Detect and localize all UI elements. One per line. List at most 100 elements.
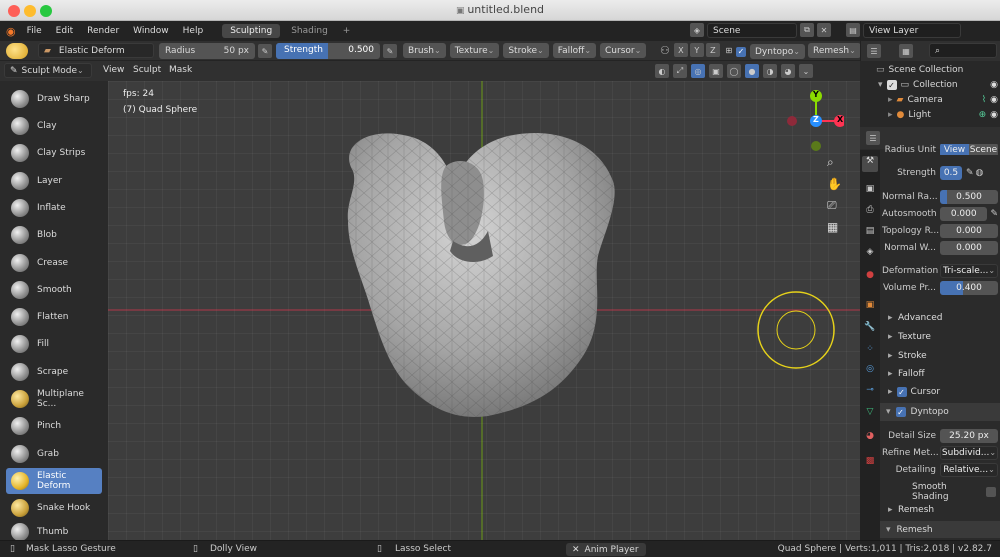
tool-grab[interactable]: Grab [6,441,102,467]
menu-window[interactable]: Window [126,26,176,36]
overlays-icon[interactable]: ◎ [691,64,705,78]
subpanel-stroke[interactable]: Stroke [888,351,927,361]
outliner-search-input[interactable]: ⌕ [929,43,997,58]
normal-radius-field[interactable]: 0.500 [940,189,998,204]
outliner-item-camera[interactable]: ▸ ▰ Camera ⌇ ◉ [888,95,998,105]
scene-copy-icon[interactable]: ⧉ [800,23,814,37]
eye-icon[interactable]: ◉ [990,110,998,120]
tool-inflate[interactable]: Inflate [6,195,102,221]
gizmo-icon[interactable]: ⤢ [673,64,687,78]
tab-shading[interactable]: Shading [283,24,336,38]
tool-elastic-deform[interactable]: Elastic Deform [6,468,102,494]
view-layer-tab-icon[interactable]: ▤ [862,226,878,242]
autosmooth-pressure-icon[interactable]: ✎ [990,209,998,219]
tool-clay[interactable]: Clay [6,113,102,139]
outliner-display-mode-icon[interactable]: ▦ [899,44,913,58]
detail-size-field[interactable]: 25.20 px [940,428,998,443]
outliner-item-collection[interactable]: ▾ ✓ ▭ Collection ◉ [878,80,998,90]
dyntopo-panel-header[interactable]: ▾ ✓ Dyntopo [880,403,1000,421]
particles-tab-icon[interactable]: ⁘ [862,344,878,360]
stroke-menu[interactable]: Stroke [503,43,549,58]
brush-preview-icon[interactable] [6,43,28,59]
tool-smooth[interactable]: Smooth [6,277,102,303]
subpanel-remesh[interactable]: Remesh [888,505,934,515]
brush-menu[interactable]: Brush [403,43,446,58]
object-tab-icon[interactable]: ▣ [862,300,878,316]
navigation-gizmo[interactable]: Y X Z [784,89,844,159]
normal-weight-field[interactable]: 0.000 [940,240,998,255]
pressure-icon[interactable]: ✎ [966,168,974,178]
brush-selector[interactable]: ▰ Elastic Deform [38,43,154,58]
menu-file[interactable]: File [20,26,49,36]
remesh-menu[interactable]: Remesh [808,43,861,58]
cancel-job-icon[interactable]: ✕ [572,545,580,555]
properties-editor-type-icon[interactable]: ☰ [866,131,880,145]
tool-thumb[interactable]: Thumb [6,523,102,541]
tool-flatten[interactable]: Flatten [6,304,102,330]
view-layer-icon[interactable]: ▤ [846,23,860,37]
smooth-shading-checkbox[interactable] [986,487,996,497]
eye-icon[interactable]: ◉ [990,95,998,105]
solid-shading-icon[interactable]: ● [745,64,759,78]
autosmooth-field[interactable]: 0.000 [940,206,988,221]
dyntopo-menu[interactable]: Dyntopo [750,44,805,59]
xray-icon[interactable]: ▣ [709,64,723,78]
expand-arrow-icon[interactable]: ▾ [878,80,883,90]
dyntopo-panel-checkbox[interactable]: ✓ [895,407,906,417]
tool-layer[interactable]: Layer [6,168,102,194]
perspective-grid-icon[interactable]: ▦ [827,220,842,234]
symmetry-z-toggle[interactable]: Z [705,43,720,57]
strength-slider[interactable]: Strength 0.500 [276,43,380,59]
view-layer-field[interactable]: View Layer [863,23,961,38]
tool-fill[interactable]: Fill [6,331,102,357]
radius-pressure-icon[interactable]: ✎ [258,44,272,58]
physics-tab-icon[interactable]: ◎ [862,364,878,380]
eye-icon[interactable]: ◉ [990,80,998,90]
radius-unit-scene[interactable]: Scene [969,144,998,155]
strength-field[interactable]: 0.5 [940,165,962,180]
strength-pressure-icon[interactable]: ✎ [383,44,397,58]
outliner-editor-type-icon[interactable]: ☰ [867,44,881,58]
render-tab-icon[interactable]: ▣ [862,184,878,200]
remesh-panel-header[interactable]: ▾ Remesh [880,521,1000,538]
constraints-tab-icon[interactable]: ⊸ [862,385,878,401]
data-tab-icon[interactable]: ▽ [862,407,878,423]
add-workspace-button[interactable]: + [339,26,355,36]
detailing-dropdown[interactable]: Relative... [940,462,998,477]
tool-scrape[interactable]: Scrape [6,359,102,385]
subpanel-texture[interactable]: Texture [888,332,931,342]
anim-player-job[interactable]: ✕ Anim Player [566,543,646,556]
outliner-item-light[interactable]: ▸ ● Light ⊕ ◉ [888,110,998,120]
scene-tab-icon[interactable]: ◈ [862,247,878,263]
zoom-icon[interactable]: ⌕ [827,155,842,170]
menu-help[interactable]: Help [176,26,211,36]
tool-draw-sharp[interactable]: Draw Sharp [6,86,102,112]
cursor-checkbox[interactable]: ✓ [896,387,907,397]
blender-logo-icon[interactable]: ◉ [6,25,16,38]
output-tab-icon[interactable]: ⎙ [862,205,878,221]
material-tab-icon[interactable]: ◕ [862,431,878,447]
shading-options-icon[interactable]: ⌄ [799,64,813,78]
tab-sculpting[interactable]: Sculpting [222,24,281,38]
tool-tab-icon[interactable]: ⚒ [862,156,878,172]
dyntopo-checkbox[interactable]: ✓ [736,46,746,57]
menu-mask[interactable]: Mask [162,65,199,75]
collection-checkbox[interactable]: ✓ [886,80,897,90]
unified-icon[interactable]: ◍ [976,168,984,178]
subpanel-advanced[interactable]: Advanced [888,313,943,323]
tool-snake-hook[interactable]: Snake Hook [6,495,102,521]
tool-blob[interactable]: Blob [6,222,102,248]
scene-field[interactable]: Scene [707,23,797,38]
refine-method-dropdown[interactable]: Subdivid... [940,445,998,460]
topology-rake-field[interactable]: 0.000 [940,223,998,238]
tool-crease[interactable]: Crease [6,250,102,276]
tool-multiplane-scrape[interactable]: Multiplane Sc... [6,386,102,412]
falloff-menu[interactable]: Falloff [552,43,597,58]
pan-hand-icon[interactable]: ✋ [827,177,842,191]
radius-slider[interactable]: Radius 50 px [159,43,255,59]
3d-viewport[interactable]: fps: 24 (7) Quad Sphere Y X Z ⌕ ✋ ⎚ ▦ [108,81,860,540]
symmetry-options-icon[interactable]: ⊞ [722,43,736,57]
symmetry-x-toggle[interactable]: X [673,43,688,57]
tool-pinch[interactable]: Pinch [6,413,102,439]
visibility-icon[interactable]: ◐ [655,64,669,78]
